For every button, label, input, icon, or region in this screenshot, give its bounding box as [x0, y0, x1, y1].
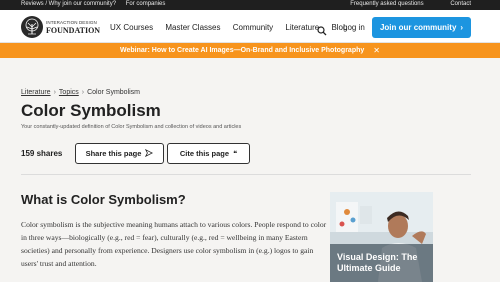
- breadcrumb-current: Color Symbolism: [87, 89, 141, 96]
- logo-line1: INTERACTION DESIGN: [46, 20, 97, 25]
- banner-text[interactable]: Webinar: How to Create AI Images—On-Bran…: [120, 47, 364, 54]
- share-page-button[interactable]: Share this page: [75, 143, 164, 164]
- join-label: Join our community: [379, 23, 457, 32]
- share-count: 159 shares: [21, 149, 63, 158]
- article-paragraph: Color symbolism is the subjective meanin…: [21, 220, 327, 268]
- nav-master-classes[interactable]: Master Classes: [165, 23, 220, 32]
- quote-icon: ❝: [233, 149, 238, 158]
- breadcrumb-topics[interactable]: Topics: [59, 89, 79, 96]
- page-subtitle: Your constantly-updated definition of Co…: [21, 124, 242, 130]
- webinar-banner[interactable]: Webinar: How to Create AI Images—On-Bran…: [0, 43, 500, 58]
- search-icon[interactable]: [317, 23, 327, 36]
- cite-page-button[interactable]: Cite this page ❝: [167, 143, 250, 164]
- faq-link[interactable]: Frequently asked questions: [350, 1, 423, 7]
- tree-logo-icon: [21, 16, 43, 38]
- main-navigation: INTERACTION DESIGN FOUNDATION UX Courses…: [0, 10, 500, 43]
- breadcrumb-separator-icon: ›: [53, 89, 56, 96]
- close-icon[interactable]: ✕: [373, 46, 380, 55]
- for-companies-link[interactable]: For companies: [126, 1, 166, 7]
- cite-label: Cite this page: [179, 149, 230, 158]
- contact-link[interactable]: Contact: [450, 1, 471, 7]
- reviews-link[interactable]: Reviews / Why join our community?: [21, 1, 116, 7]
- section-heading: What is Color Symbolism?: [21, 192, 186, 207]
- top-utility-bar: Reviews / Why join our community? For co…: [0, 0, 500, 10]
- nav-community[interactable]: Community: [233, 23, 273, 32]
- nav-literature[interactable]: Literature: [285, 23, 319, 32]
- share-label: Share this page: [85, 149, 142, 158]
- page-title: Color Symbolism: [21, 101, 161, 120]
- guide-card[interactable]: Visual Design: The Ultimate Guide: [330, 192, 433, 282]
- logo-line2: FOUNDATION: [46, 26, 101, 35]
- ixdf-logo[interactable]: INTERACTION DESIGN FOUNDATION: [21, 16, 101, 38]
- divider: [21, 174, 471, 175]
- breadcrumb: Literature › Topics › Color Symbolism: [21, 89, 140, 96]
- breadcrumb-literature[interactable]: Literature: [21, 89, 51, 96]
- guide-card-title: Visual Design: The Ultimate Guide: [337, 252, 418, 273]
- nav-ux-courses[interactable]: UX Courses: [110, 23, 153, 32]
- breadcrumb-separator-icon: ›: [81, 89, 85, 96]
- chevron-right-icon: ›: [460, 23, 464, 32]
- share-icon: [145, 148, 154, 159]
- join-community-button[interactable]: Join our community ›: [372, 17, 471, 38]
- login-link[interactable]: Log in: [343, 23, 365, 32]
